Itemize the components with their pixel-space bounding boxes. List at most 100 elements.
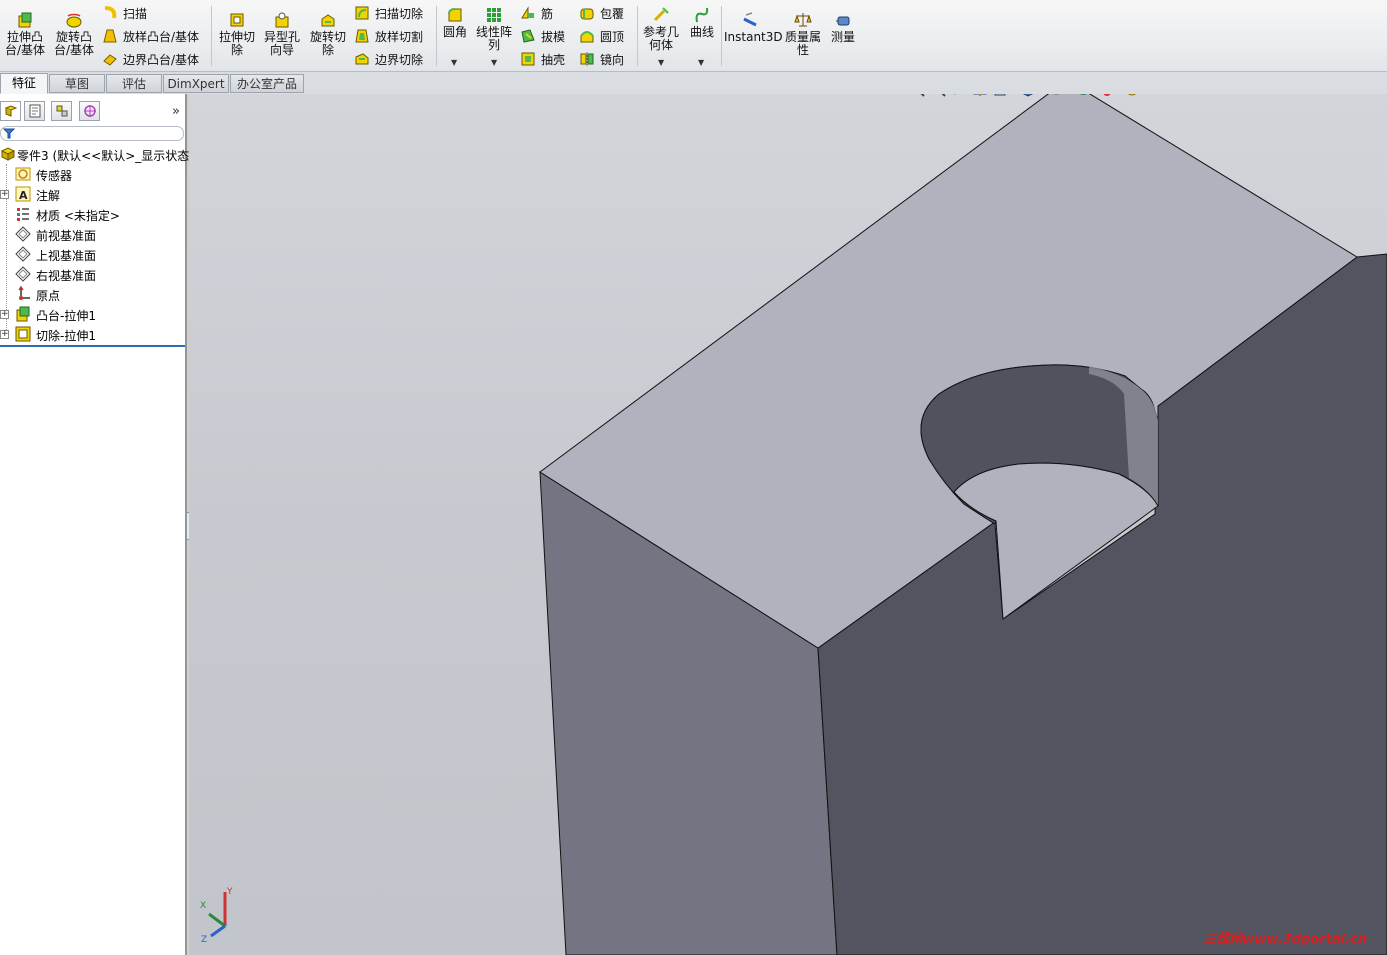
zoom-area-icon xyxy=(941,94,946,97)
view-settings-button[interactable]: ▼ xyxy=(1124,94,1146,97)
hole-wizard-icon xyxy=(275,12,289,28)
heads-up-view-toolbar: ▼ ▼ ▼ ▼ ▼ xyxy=(909,94,1151,100)
curves-dropdown-arrow[interactable]: ▼ xyxy=(698,58,704,67)
plane-icon xyxy=(15,226,31,242)
configuration-icon xyxy=(56,105,67,117)
tree-item-right-plane[interactable]: 右视基准面 xyxy=(0,264,185,284)
dome-icon xyxy=(580,31,594,43)
tree-item-top-plane[interactable]: 上视基准面 xyxy=(0,244,185,264)
display-style-icon xyxy=(1023,94,1034,97)
expand-toggle-icon[interactable]: + xyxy=(0,310,9,319)
tab-features[interactable]: 特征 xyxy=(0,73,48,94)
tree-item-material[interactable]: 材质 <未指定> xyxy=(0,204,185,224)
previous-view-icon xyxy=(954,94,956,95)
expand-toggle-icon[interactable]: + xyxy=(0,330,9,339)
measure-button[interactable]: 测量 xyxy=(826,11,860,44)
zoom-to-fit-button[interactable] xyxy=(909,94,925,97)
command-tabs: 特征 草图 评估 DimXpert 办公室产品 xyxy=(0,72,1387,94)
view-orientation-button[interactable]: ▼ xyxy=(993,94,1015,97)
tree-filter-input[interactable] xyxy=(0,126,184,141)
graphics-area[interactable]: ▼ ▼ ▼ ▼ ▼ Y X Z 三维网www.3dportal.cn xyxy=(189,94,1387,955)
more-tabs-chevron-icon[interactable]: » xyxy=(172,104,180,119)
triad-y-label: Y xyxy=(226,887,233,897)
origin-icon xyxy=(18,286,30,300)
curves-button[interactable]: 曲线 xyxy=(686,6,718,39)
wrap-icon xyxy=(580,8,594,20)
configuration-manager-tab[interactable] xyxy=(51,101,72,121)
ribbon-separator xyxy=(637,6,638,66)
tab-office-products[interactable]: 办公室产品 xyxy=(230,74,304,93)
edit-appearance-button[interactable] xyxy=(1075,94,1091,97)
zoom-area-button[interactable] xyxy=(930,94,946,97)
linear-pattern-button[interactable]: 线性阵 列 xyxy=(474,6,514,52)
feature-manager-tab[interactable] xyxy=(0,101,21,121)
ribbon-separator xyxy=(211,6,212,66)
extrude-cut-button[interactable]: 拉伸切 除 xyxy=(216,11,258,57)
boundary-cut-icon xyxy=(355,53,369,65)
extrude-cut-icon xyxy=(230,13,244,27)
tree-item-origin[interactable]: 原点 xyxy=(0,284,185,304)
mirror-button[interactable]: 镜向 xyxy=(579,50,624,68)
shell-icon xyxy=(521,52,535,66)
loft-boss-button[interactable]: 放样凸台/基体 xyxy=(102,27,199,45)
loft-cut-button[interactable]: 放样切割 xyxy=(354,27,423,45)
property-manager-tab[interactable] xyxy=(24,101,45,121)
revolve-boss-icon xyxy=(66,13,82,28)
section-view-button[interactable] xyxy=(972,94,988,97)
sweep-cut-button[interactable]: 扫描切除 xyxy=(354,4,423,22)
loft-cut-icon xyxy=(355,29,369,43)
view-orientation-icon xyxy=(994,94,1006,96)
revolve-boss-button[interactable]: 旋转凸 台/基体 xyxy=(52,11,96,57)
boundary-cut-button[interactable]: 边界切除 xyxy=(354,50,423,68)
annotation-icon: A xyxy=(15,186,31,202)
zoom-to-fit-icon xyxy=(920,94,925,97)
part-model xyxy=(539,94,1387,955)
triad-x-label: X xyxy=(200,901,206,911)
tree-item-annotations[interactable]: + A 注解 xyxy=(0,184,185,204)
rollback-bar[interactable] xyxy=(0,345,185,347)
mass-properties-icon xyxy=(794,13,812,27)
sweep-button[interactable]: 扫描 xyxy=(102,4,147,22)
apply-scene-button[interactable]: ▼ xyxy=(1096,94,1118,97)
rib-icon xyxy=(521,6,534,19)
hide-show-items-button[interactable]: ▼ xyxy=(1048,94,1070,97)
wrap-button[interactable]: 包覆 xyxy=(579,4,624,22)
extrude-boss-button[interactable]: 拉伸凸 台/基体 xyxy=(3,11,47,57)
boundary-boss-button[interactable]: 边界凸台/基体 xyxy=(102,50,199,68)
boss-extrude-icon xyxy=(16,306,30,322)
fillet-button[interactable]: 圆角 xyxy=(439,6,471,39)
sensor-icon xyxy=(15,167,31,181)
mass-properties-button[interactable]: 质量属 性 xyxy=(783,11,823,57)
reference-triad: Y X Z xyxy=(200,887,233,944)
dome-button[interactable]: 圆顶 xyxy=(579,27,624,45)
draft-button[interactable]: 拔模 xyxy=(520,27,565,45)
tree-item-cut-extrude[interactable]: + 切除-拉伸1 xyxy=(0,324,185,344)
tab-dimxpert[interactable]: DimXpert xyxy=(163,74,229,93)
ribbon-separator xyxy=(721,6,722,66)
rib-button[interactable]: 筋 xyxy=(520,4,553,22)
measure-icon xyxy=(836,16,850,26)
ref-geometry-dropdown-arrow[interactable]: ▼ xyxy=(658,58,664,67)
tree-item-front-plane[interactable]: 前视基准面 xyxy=(0,224,185,244)
mirror-icon xyxy=(580,52,594,66)
tree-root-part[interactable]: 零件3 (默认<<默认>_显示状态 xyxy=(0,144,189,164)
shell-button[interactable]: 抽壳 xyxy=(520,50,565,68)
tab-evaluate[interactable]: 评估 xyxy=(106,74,162,93)
hole-wizard-button[interactable]: 异型孔 向导 xyxy=(261,11,303,57)
reference-geometry-button[interactable]: 参考几 何体 xyxy=(641,6,681,52)
previous-view-button[interactable] xyxy=(951,94,967,97)
instant3d-button[interactable]: Instant3D xyxy=(724,11,783,44)
dimxpert-manager-tab[interactable] xyxy=(79,101,100,121)
triad-z-label: Z xyxy=(201,935,207,944)
expand-toggle-icon[interactable]: + xyxy=(0,190,9,199)
property-icon xyxy=(29,104,40,118)
sweep-icon xyxy=(104,6,117,19)
pattern-dropdown-arrow[interactable]: ▼ xyxy=(491,58,497,67)
tab-sketch[interactable]: 草图 xyxy=(49,74,105,93)
tree-item-sensors[interactable]: 传感器 xyxy=(0,164,185,184)
tree-item-boss-extrude[interactable]: + 凸台-拉伸1 xyxy=(0,304,185,324)
hide-show-icon xyxy=(1052,94,1059,95)
display-style-button[interactable]: ▼ xyxy=(1020,94,1042,97)
fillet-dropdown-arrow[interactable]: ▼ xyxy=(451,58,457,67)
revolve-cut-button[interactable]: 旋转切 除 xyxy=(307,11,349,57)
